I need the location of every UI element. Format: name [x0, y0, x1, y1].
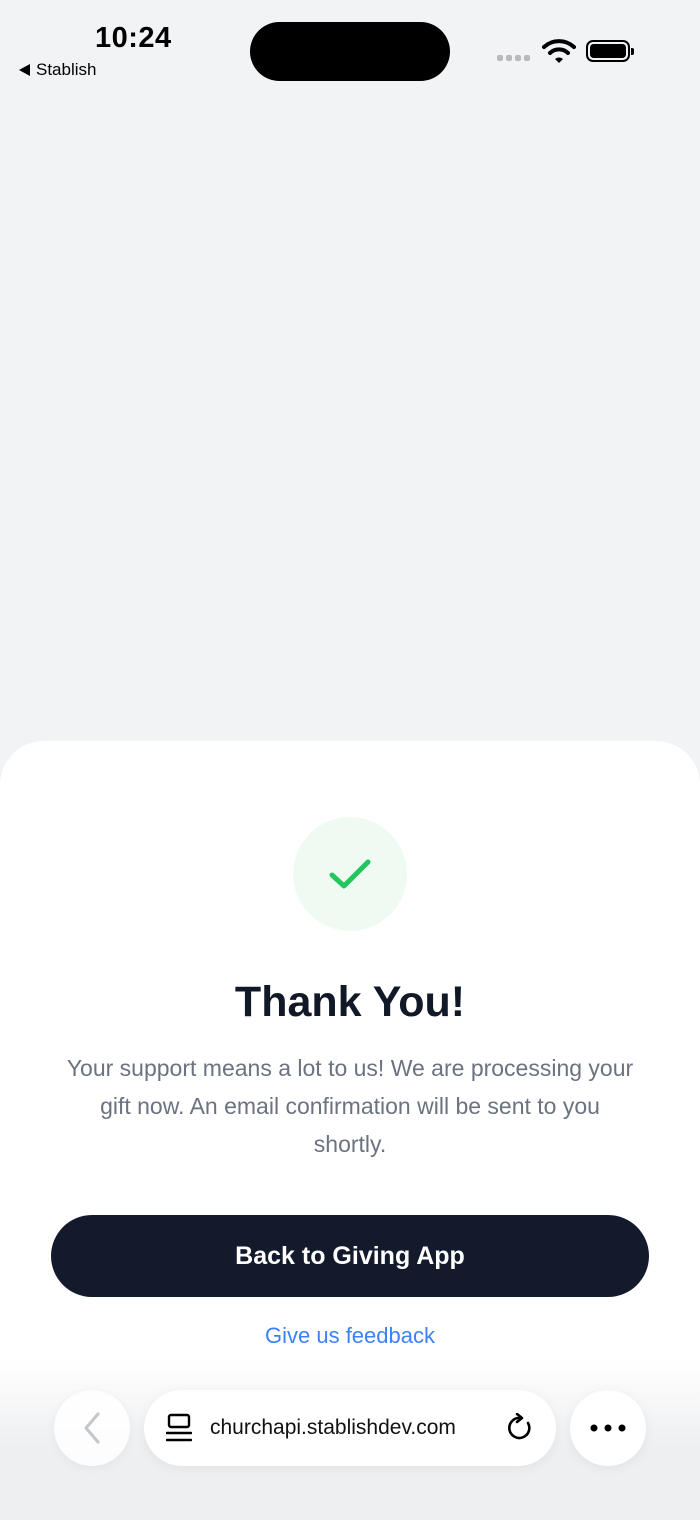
back-to-app-link[interactable]: Stablish — [19, 60, 96, 80]
feedback-link[interactable]: Give us feedback — [0, 1323, 700, 1349]
more-icon — [590, 1424, 626, 1432]
back-arrow-icon — [84, 1412, 100, 1444]
checkmark-icon — [329, 859, 371, 889]
back-to-giving-app-button[interactable]: Back to Giving App — [51, 1215, 649, 1297]
more-options-button[interactable] — [570, 1390, 646, 1466]
success-badge — [293, 817, 407, 931]
cellular-signal-icon — [497, 55, 530, 61]
page-menu-icon[interactable] — [166, 1413, 192, 1443]
back-app-label: Stablish — [36, 60, 97, 79]
dynamic-island — [250, 22, 450, 81]
status-bar: 10:24 Stablish — [0, 0, 700, 90]
address-bar[interactable]: churchapi.stablishdev.com — [144, 1390, 556, 1466]
reload-icon[interactable] — [506, 1413, 534, 1443]
confirmation-message: Your support means a lot to us! We are p… — [66, 1055, 634, 1157]
status-time: 10:24 — [95, 22, 172, 54]
browser-back-button[interactable] — [54, 1390, 130, 1466]
battery-icon — [586, 40, 634, 62]
url-text[interactable]: churchapi.stablishdev.com — [210, 1416, 506, 1440]
back-triangle-icon — [19, 64, 30, 76]
wifi-icon — [542, 39, 576, 63]
page-title: Thank You! — [234, 978, 466, 1026]
